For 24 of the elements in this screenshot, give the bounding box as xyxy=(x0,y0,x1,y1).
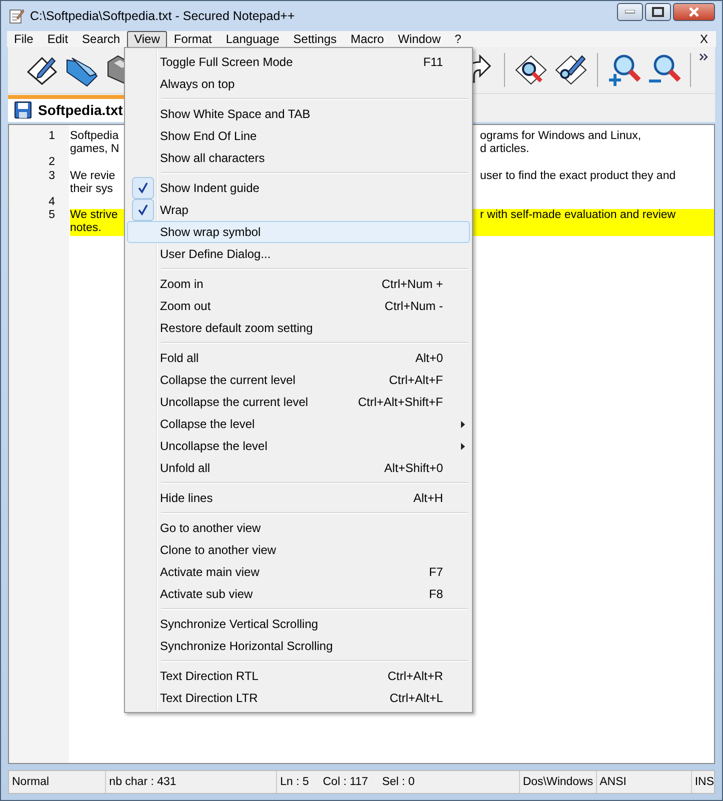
status-text: nb char : 431 xyxy=(109,776,176,788)
text-line: games, N xyxy=(70,143,120,156)
status-text: Dos\Windows xyxy=(522,776,594,788)
line-number: 5 xyxy=(48,209,55,224)
line-number: 2 xyxy=(48,156,55,170)
text-line: We strive xyxy=(70,209,118,222)
text-line: user to find the exact product they and xyxy=(480,170,676,183)
text-line: We revie xyxy=(70,170,116,182)
text-line: Softpedia xyxy=(70,130,119,142)
status-text: Ln : 5 xyxy=(280,776,309,788)
status-text: INS xyxy=(694,776,714,788)
status-text: ANSI xyxy=(600,776,626,788)
status-text: Col : 117 xyxy=(322,776,368,788)
text-line: notes. xyxy=(70,222,102,234)
text-line: d articles. xyxy=(480,143,530,156)
status-text: Normal xyxy=(12,776,50,788)
line-number: 4 xyxy=(48,196,55,210)
window-title: C:\Softpedia\Softpedia.txt - Secured Notepad++ xyxy=(30,9,295,23)
text-line: r with self-made evaluation and review xyxy=(480,209,676,222)
line-number: 3 xyxy=(48,170,55,184)
text-line: their sys xyxy=(70,182,113,195)
text-line: ograms for Windows and Linux, xyxy=(480,130,642,144)
line-number: 1 xyxy=(48,130,55,144)
status-text: Sel : 0 xyxy=(382,776,415,788)
